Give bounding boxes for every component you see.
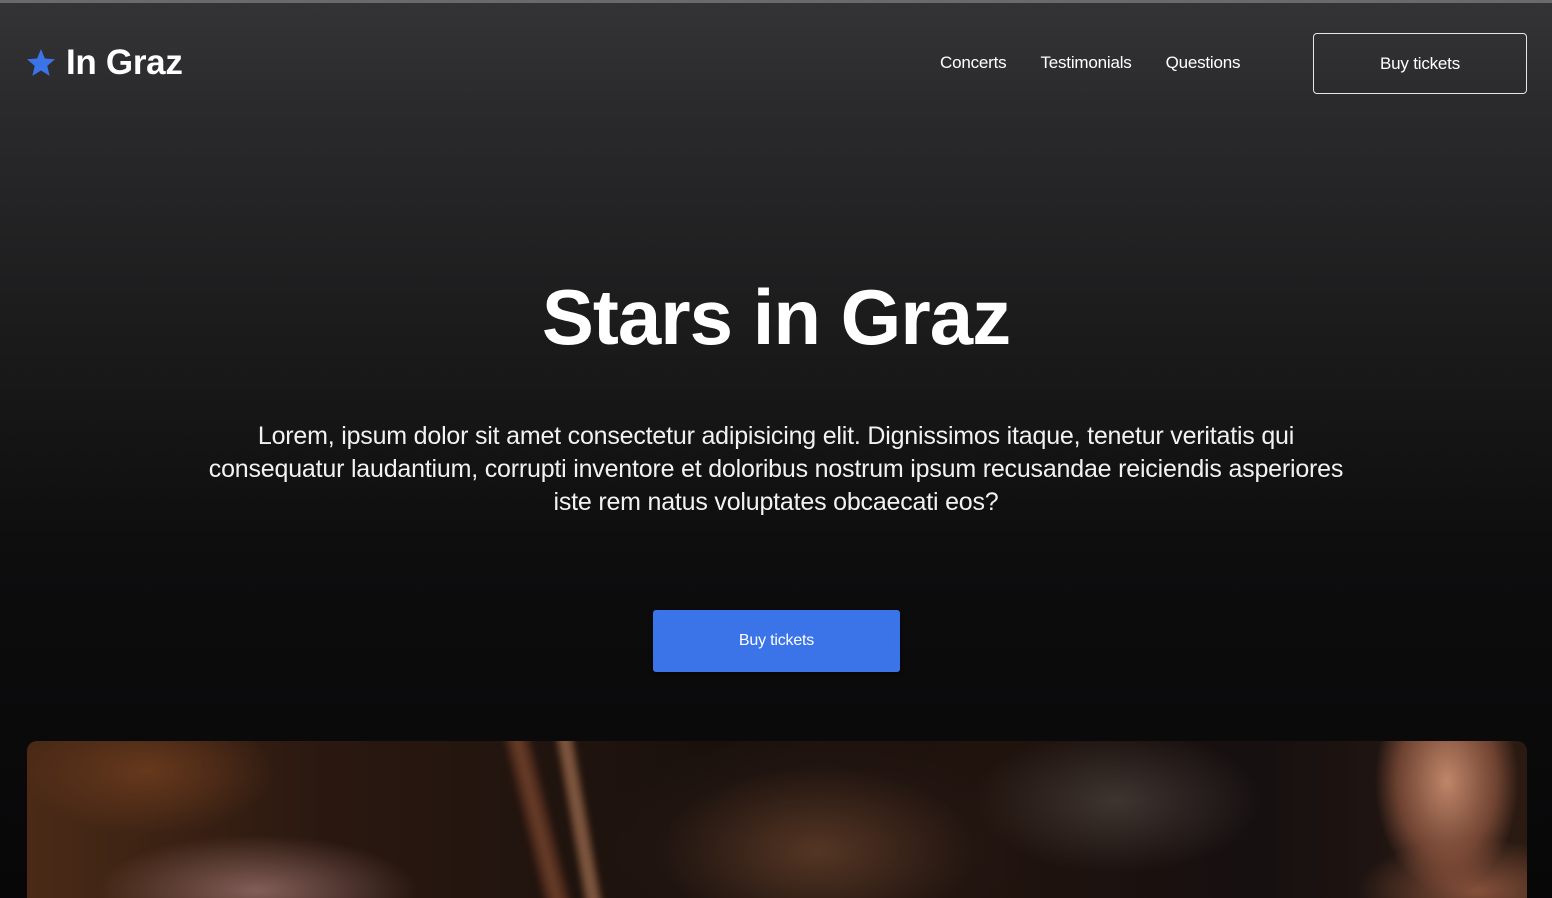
brand-name: In Graz (66, 43, 183, 82)
header-buy-tickets-button[interactable]: Buy tickets (1313, 33, 1527, 94)
brand-logo[interactable]: In Graz (25, 43, 183, 83)
hero-title: Stars in Graz (541, 273, 1011, 361)
hero-buy-tickets-button[interactable]: Buy tickets (653, 610, 900, 672)
nav-link-concerts[interactable]: Concerts (940, 53, 1007, 73)
nav-link-testimonials[interactable]: Testimonials (1040, 53, 1131, 73)
hero-image (27, 741, 1527, 898)
star-icon (27, 49, 55, 76)
site-header: In Graz Concerts Testimonials Questions … (0, 3, 1552, 125)
nav-link-questions[interactable]: Questions (1166, 53, 1241, 73)
main-nav: Concerts Testimonials Questions (940, 53, 1241, 73)
hero-description: Lorem, ipsum dolor sit amet consectetur … (208, 422, 1344, 516)
